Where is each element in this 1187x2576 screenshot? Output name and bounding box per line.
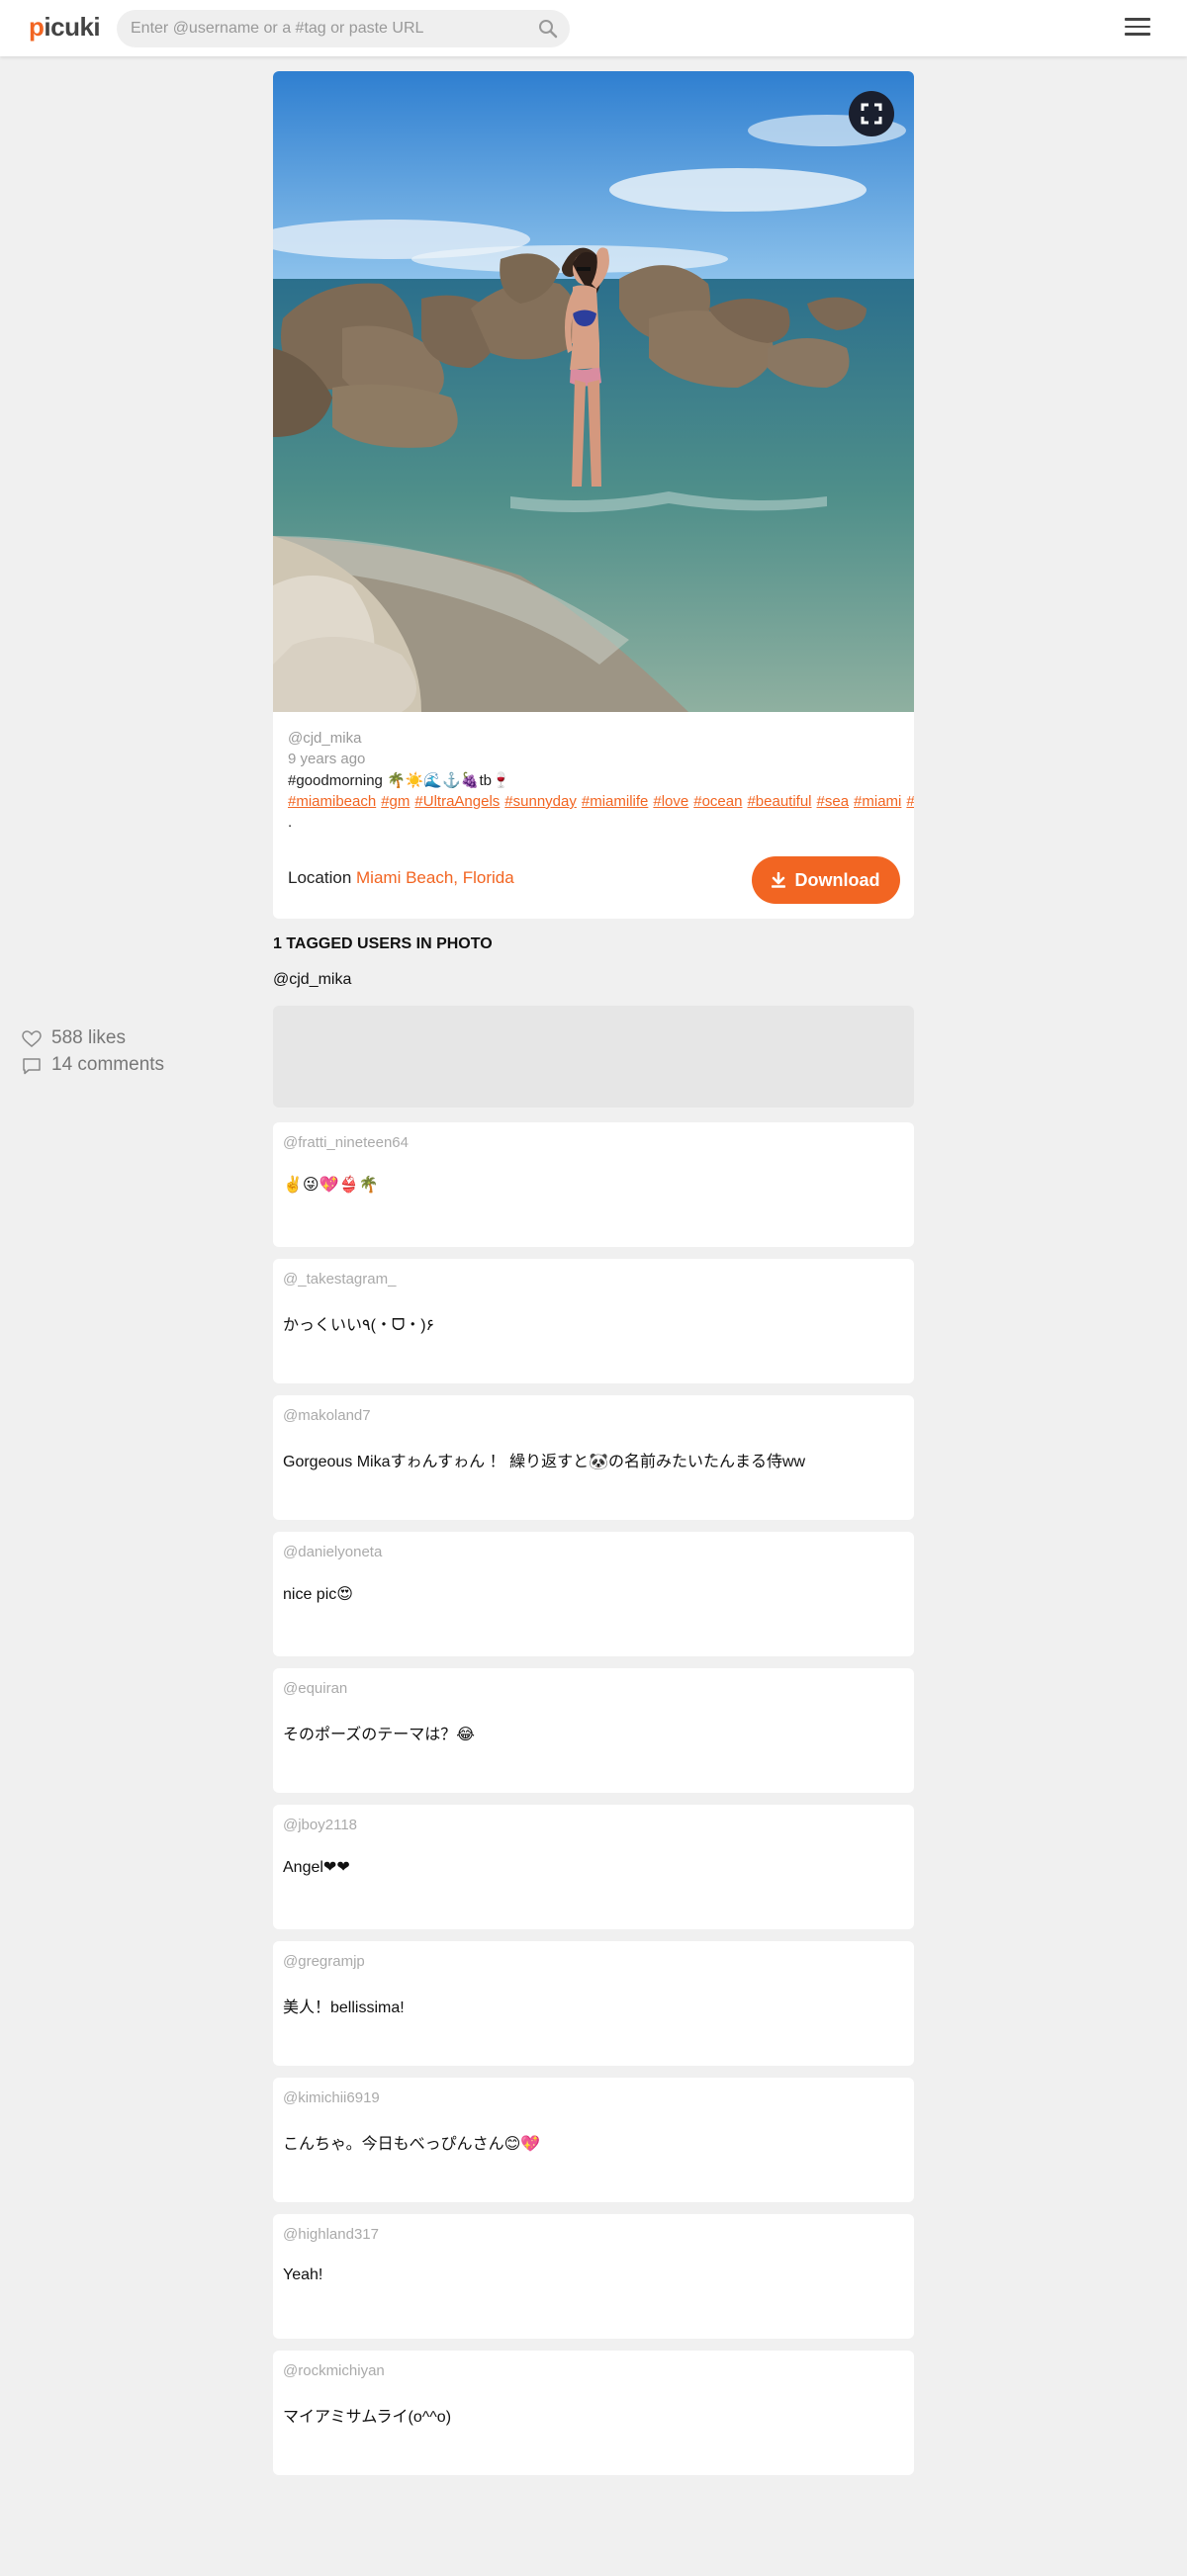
comment-text: ✌️😜💖👙🌴 xyxy=(283,1177,379,1194)
site-header: picuki xyxy=(0,0,1187,56)
download-label: Download xyxy=(794,870,880,890)
comment-text: そのポーズのテーマは？😂 xyxy=(283,1727,475,1743)
comment-text: nice pic😍 xyxy=(283,1586,353,1603)
comment-card: @danielyoneta nice pic😍 xyxy=(273,1532,914,1656)
hashtag-link[interactable]: #miami xyxy=(854,793,901,810)
download-button[interactable]: Download xyxy=(752,856,900,904)
search-icon[interactable] xyxy=(538,19,558,39)
comment-text: かっくいい٩(・ᗜ・)۶ xyxy=(283,1317,435,1334)
post-time: 9 years ago xyxy=(288,751,366,767)
comment-card: @jboy2118 Angel❤❤ xyxy=(273,1805,914,1929)
hashtag-link[interactable]: #gm xyxy=(381,793,410,810)
hashtag-link[interactable]: #miamilife xyxy=(582,793,649,810)
comment-text: こんちゃ。今日もべっぴんさん😊💖 xyxy=(283,2136,541,2153)
comment-username[interactable]: @fratti_nineteen64 xyxy=(283,1134,409,1151)
comment-username[interactable]: @danielyoneta xyxy=(283,1544,382,1560)
hashtag-link[interactable]: #love xyxy=(653,793,688,810)
hashtag-link[interactable]: #beautiful xyxy=(747,793,811,810)
comment-text: Angel❤❤ xyxy=(283,1859,350,1876)
comment-text: 美人！bellissima! xyxy=(283,1999,405,2016)
location-link[interactable]: Miami Beach, Florida xyxy=(356,868,514,887)
fullscreen-button[interactable] xyxy=(849,91,894,136)
caption-end: . xyxy=(288,814,293,831)
comment-username[interactable]: @rockmichiyan xyxy=(283,2362,385,2379)
post-card: @cjd_mika 9 years ago #goodmorning 🌴☀️🌊⚓… xyxy=(273,71,914,919)
comment-card: @gregramjp 美人！bellissima! xyxy=(273,1941,914,2066)
comment-card: @kimichii6919 こんちゃ。今日もべっぴんさん😊💖 xyxy=(273,2078,914,2202)
post-meta: @cjd_mika 9 years ago #goodmorning 🌴☀️🌊⚓… xyxy=(288,728,914,833)
comment-username[interactable]: @kimichii6919 xyxy=(283,2089,380,2106)
expand-icon xyxy=(861,103,882,125)
comment-text: マイアミサムライ(o^^o) xyxy=(283,2409,452,2426)
comment-username[interactable]: @makoland7 xyxy=(283,1407,371,1424)
hashtag-link[interactable]: #florida xyxy=(906,793,914,810)
comment-card: @equiran そのポーズのテーマは？😂 xyxy=(273,1668,914,1793)
comment-text: Gorgeous Mikaすゎんすゎん ！ 繰り返すと🐼の名前みたいたんまる侍w… xyxy=(283,1454,806,1470)
comment-card: @rockmichiyan マイアミサムライ(o^^o) xyxy=(273,2351,914,2475)
hashtag-link[interactable]: #sunnyday xyxy=(504,793,577,810)
download-icon xyxy=(772,871,786,888)
beach-photo-image xyxy=(273,71,914,712)
hashtag-link[interactable]: #sea xyxy=(817,793,850,810)
comment-username[interactable]: @jboy2118 xyxy=(283,1817,357,1833)
comment-username[interactable]: @highland317 xyxy=(283,2226,379,2243)
comment-username[interactable]: @equiran xyxy=(283,1680,347,1697)
comment-card: @fratti_nineteen64 ✌️😜💖👙🌴 xyxy=(273,1122,914,1247)
tagged-users-title: 1 TAGGED USERS IN PHOTO xyxy=(273,935,493,952)
comment-card: @_takestagram_ かっくいい٩(・ᗜ・)۶ xyxy=(273,1259,914,1383)
location: Location Miami Beach, Florida xyxy=(288,868,514,888)
site-logo[interactable]: picuki xyxy=(29,12,101,43)
comment-username[interactable]: @gregramjp xyxy=(283,1953,365,1970)
post-caption: #goodmorning 🌴☀️🌊⚓️🍇tb🍷 #miamibeach #gm #U… xyxy=(288,770,914,833)
post-photo[interactable] xyxy=(273,71,914,712)
hamburger-menu-icon[interactable] xyxy=(1125,18,1150,40)
location-label: Location xyxy=(288,868,352,887)
stats-box xyxy=(273,1006,914,1108)
hashtag-link[interactable]: #miamibeach xyxy=(288,793,376,810)
comment-icon xyxy=(23,1058,41,1075)
hashtag-link[interactable]: #UltraAngels xyxy=(414,793,500,810)
search-input[interactable] xyxy=(131,10,526,47)
hashtag-goodmorning[interactable]: #goodmorning 🌴☀️🌊⚓️🍇tb🍷 xyxy=(288,772,510,789)
search-bar xyxy=(117,10,570,47)
comment-username[interactable]: @_takestagram_ xyxy=(283,1271,396,1288)
hashtag-link[interactable]: #ocean xyxy=(693,793,742,810)
heart-icon xyxy=(22,1030,42,1047)
comment-card: @makoland7 Gorgeous Mikaすゎんすゎん ！ 繰り返すと🐼の名… xyxy=(273,1395,914,1520)
tagged-user[interactable]: @cjd_mika xyxy=(273,971,351,989)
comment-card: @highland317 Yeah! xyxy=(273,2214,914,2339)
post-username[interactable]: @cjd_mika xyxy=(288,728,901,749)
comment-text: Yeah! xyxy=(283,2266,323,2283)
